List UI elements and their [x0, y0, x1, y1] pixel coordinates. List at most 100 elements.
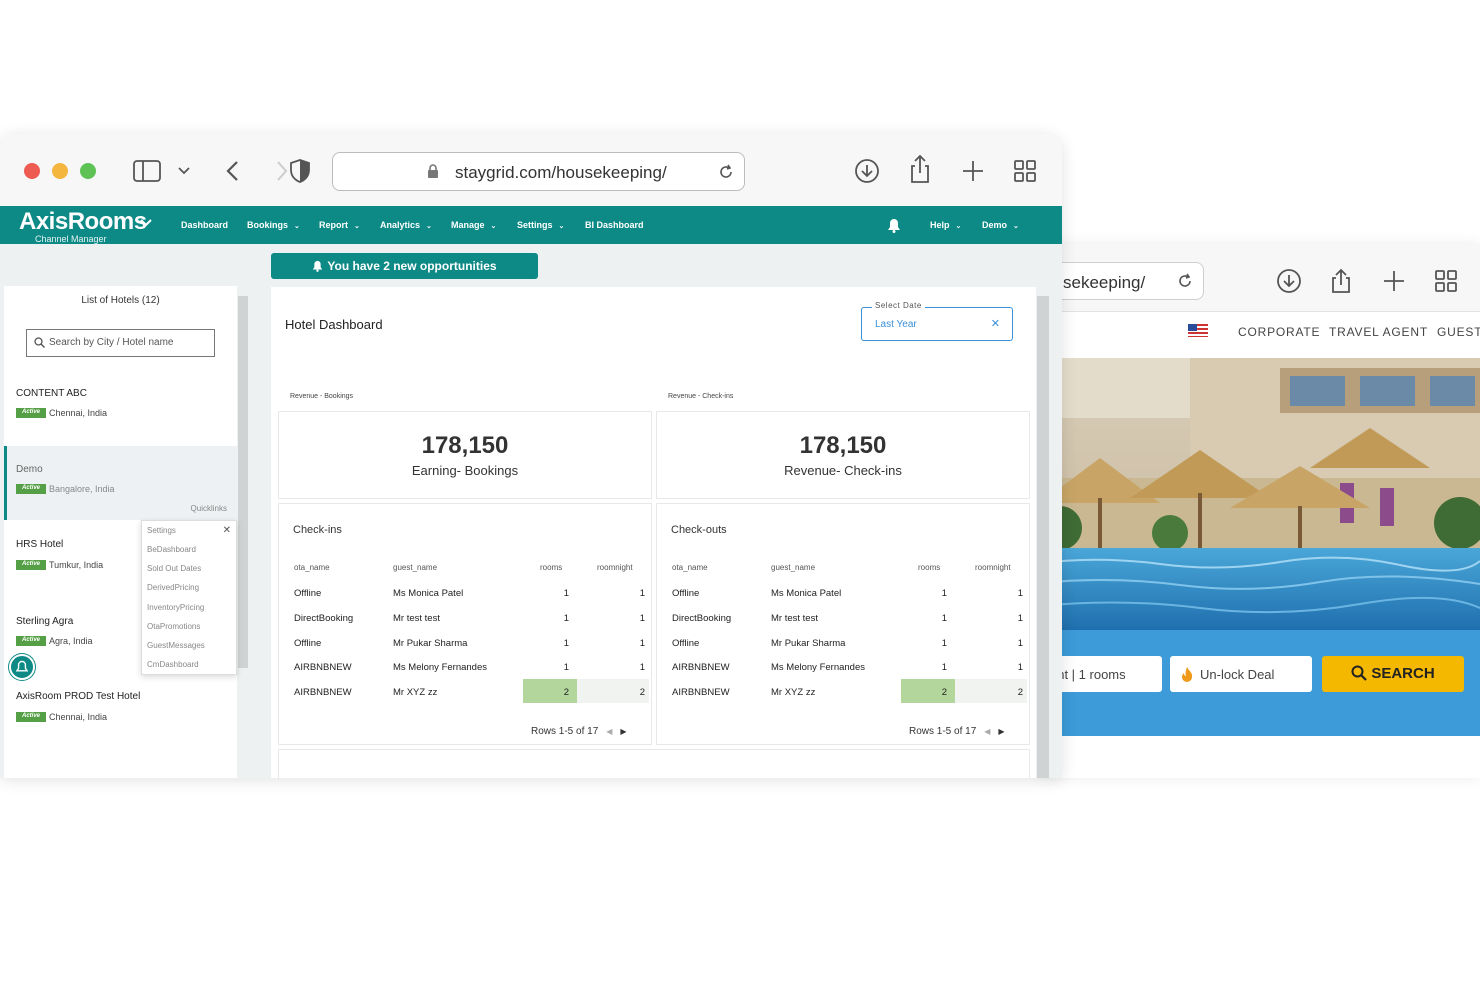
- close-icon[interactable]: ✕: [223, 525, 231, 536]
- nav-help[interactable]: Help ⌄: [930, 220, 961, 230]
- popup-derived-pricing-link[interactable]: DerivedPricing: [147, 583, 199, 592]
- nav-settings[interactable]: Settings ⌄: [517, 220, 564, 230]
- nav-help-label: Help: [930, 220, 950, 230]
- notification-bell-icon[interactable]: [887, 218, 901, 233]
- table-cell: Ms Melony Fernandes: [771, 662, 865, 673]
- nav-manage[interactable]: Manage ⌄: [451, 220, 496, 230]
- kpi-value: 178,150: [799, 432, 887, 459]
- main-scrollbar[interactable]: [1037, 296, 1049, 778]
- status-badge: Active: [16, 484, 46, 494]
- nav-analytics[interactable]: Analytics ⌄: [380, 220, 432, 230]
- popup-settings-link[interactable]: Settings: [147, 526, 176, 535]
- forward-arrow-icon[interactable]: [276, 160, 288, 182]
- new-tab-icon[interactable]: [960, 158, 986, 184]
- hotel-item[interactable]: CONTENT ABC Active Chennai, India: [4, 380, 237, 446]
- download-icon[interactable]: [1276, 268, 1302, 294]
- sidebar-toggle-icon[interactable]: [133, 160, 161, 182]
- nav-bookings[interactable]: Bookings ⌄: [247, 220, 300, 230]
- hotel-name: HRS Hotel: [16, 539, 64, 550]
- prev-page-icon[interactable]: ◀: [984, 727, 990, 736]
- back-arrow-icon[interactable]: [224, 160, 240, 182]
- table-cell: Ms Monica Patel: [393, 588, 464, 599]
- table-cell: 2: [941, 687, 947, 698]
- sidebar-scrollbar[interactable]: [238, 296, 248, 668]
- floating-notification-button[interactable]: [9, 654, 35, 680]
- privacy-shield-icon[interactable]: [289, 159, 311, 183]
- hotel-item-selected[interactable]: Demo Active Bangalore, India Quicklinks: [4, 446, 237, 520]
- column-header[interactable]: guest_name: [771, 563, 815, 572]
- us-flag-icon[interactable]: [1188, 324, 1208, 337]
- back-url-bar[interactable]: sekeeping/: [1050, 262, 1204, 300]
- nav-corporate-link[interactable]: CORPORATE: [1238, 325, 1320, 339]
- table-title: Check-ins: [293, 524, 342, 536]
- nav-bookings-label: Bookings: [247, 220, 289, 230]
- table-cell: Mr Pukar Sharma: [771, 638, 846, 649]
- nav-travel-agent-link[interactable]: TRAVEL AGENT: [1329, 325, 1428, 339]
- popup-bedashboard-link[interactable]: BeDashboard: [147, 545, 196, 554]
- minimize-window-button[interactable]: [52, 163, 68, 179]
- prev-page-icon[interactable]: ◀: [606, 727, 612, 736]
- table-cell: 1: [1017, 613, 1023, 624]
- nav-guest-link[interactable]: GUEST: [1437, 325, 1480, 339]
- next-page-icon[interactable]: ▶: [998, 727, 1004, 736]
- table-cell: 1: [563, 613, 569, 624]
- unlock-deal-button[interactable]: Un-lock Deal: [1170, 656, 1312, 692]
- opportunities-banner[interactable]: You have 2 new opportunities: [271, 253, 538, 279]
- column-header[interactable]: ota_name: [294, 563, 330, 572]
- hotel-item[interactable]: AxisRoom PROD Test Hotel Active Chennai,…: [4, 672, 237, 742]
- download-icon[interactable]: [854, 158, 880, 184]
- reload-icon[interactable]: [716, 162, 736, 182]
- brand-logo[interactable]: AxisRooms: [19, 208, 147, 236]
- nav-demo-account[interactable]: Demo ⌄: [982, 220, 1019, 230]
- table-cell: AIRBNBNEW: [672, 662, 730, 673]
- table-cell: AIRBNBNEW: [672, 687, 730, 698]
- nav-manage-label: Manage: [451, 220, 485, 230]
- column-header[interactable]: roomnight: [975, 563, 1011, 572]
- nav-dashboard[interactable]: Dashboard: [181, 220, 228, 230]
- share-icon[interactable]: [907, 154, 933, 184]
- table-cell: 1: [941, 638, 947, 649]
- kpi-value: 178,150: [421, 432, 509, 459]
- hotel-name: Demo: [16, 464, 43, 475]
- url-bar[interactable]: staygrid.com/housekeeping/: [332, 152, 745, 191]
- share-icon[interactable]: [1328, 268, 1354, 294]
- popup-guest-messages-link[interactable]: GuestMessages: [147, 641, 205, 650]
- reload-icon[interactable]: [1175, 271, 1195, 291]
- close-window-button[interactable]: [24, 163, 40, 179]
- app-navbar: AxisRooms Channel Manager Dashboard Book…: [0, 206, 1062, 244]
- date-selector[interactable]: Select Date Last Year ✕: [861, 301, 1013, 341]
- column-header[interactable]: ota_name: [672, 563, 708, 572]
- zoom-window-button[interactable]: [80, 163, 96, 179]
- popup-inventory-pricing-link[interactable]: InventoryPricing: [147, 603, 204, 612]
- clear-date-icon[interactable]: ✕: [991, 317, 1000, 330]
- quicklinks-link[interactable]: Quicklinks: [191, 504, 227, 513]
- hotel-location: Chennai, India: [49, 712, 108, 722]
- popup-ota-promotions-link[interactable]: OtaPromotions: [147, 622, 200, 631]
- popup-sold-out-dates-link[interactable]: Sold Out Dates: [147, 564, 201, 573]
- status-badge: Active: [16, 560, 46, 570]
- url-text: staygrid.com/housekeeping/: [455, 163, 667, 182]
- tab-overview-icon[interactable]: [1012, 158, 1038, 184]
- page-title: Hotel Dashboard: [285, 317, 383, 332]
- chevron-down-icon[interactable]: [178, 166, 190, 176]
- nav-analytics-label: Analytics: [380, 220, 421, 230]
- new-tab-icon[interactable]: [1381, 268, 1407, 294]
- hotel-search-input[interactable]: Search by City / Hotel name: [26, 329, 215, 357]
- column-header[interactable]: rooms: [540, 563, 562, 572]
- search-button[interactable]: SEARCH: [1322, 656, 1464, 692]
- tab-overview-icon[interactable]: [1433, 268, 1459, 294]
- column-header[interactable]: roomnight: [597, 563, 633, 572]
- next-page-icon[interactable]: ▶: [620, 727, 626, 736]
- nav-report[interactable]: Report ⌄: [319, 220, 360, 230]
- hotel-name: Sterling Agra: [16, 616, 74, 627]
- column-header[interactable]: guest_name: [393, 563, 437, 572]
- column-header[interactable]: rooms: [918, 563, 940, 572]
- table-cell: 1: [941, 613, 947, 624]
- chevron-down-icon[interactable]: [140, 218, 152, 227]
- table-pager: Rows 1-5 of 17 ◀ ▶: [909, 726, 1005, 737]
- nav-bi-dashboard[interactable]: BI Dashboard: [585, 220, 644, 230]
- popup-cm-dashboard-link[interactable]: CmDashboard: [147, 660, 199, 669]
- back-site-nav: CORPORATE TRAVEL AGENT GUEST: [1040, 312, 1480, 358]
- table-cell: Offline: [672, 588, 700, 599]
- kpi-card-checkins: 178,150 Revenue- Check-ins: [656, 411, 1030, 499]
